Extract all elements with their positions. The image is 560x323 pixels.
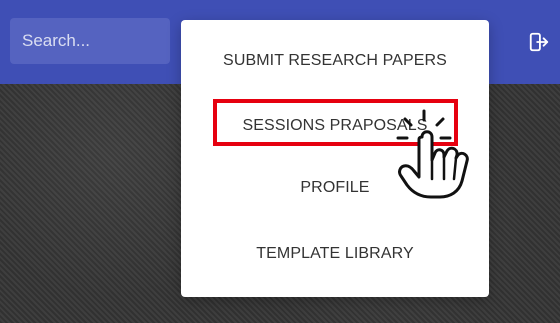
menu-item-template-library[interactable]: TEMPLATE LIBRARY: [181, 231, 489, 277]
search-box[interactable]: [10, 18, 170, 64]
dropdown-menu: SUBMIT RESEARCH PAPERS SESSIONS PRAPOSAL…: [181, 20, 489, 297]
logout-icon[interactable]: [528, 31, 550, 53]
page: SUBMIT RESEARCH PAPERS SESSIONS PRAPOSAL…: [0, 0, 560, 323]
menu-item-label: TEMPLATE LIBRARY: [256, 245, 414, 262]
menu-item-label: SESSIONS PRAPOSALS: [242, 117, 428, 134]
menu-item-profile[interactable]: PROFILE: [181, 165, 489, 211]
menu-item-sessions-praposals[interactable]: SESSIONS PRAPOSALS: [181, 103, 489, 149]
search-input[interactable]: [20, 30, 160, 52]
menu-item-submit-research-papers[interactable]: SUBMIT RESEARCH PAPERS: [181, 38, 489, 84]
menu-item-label: PROFILE: [300, 179, 370, 196]
menu-item-label: SUBMIT RESEARCH PAPERS: [223, 52, 447, 69]
